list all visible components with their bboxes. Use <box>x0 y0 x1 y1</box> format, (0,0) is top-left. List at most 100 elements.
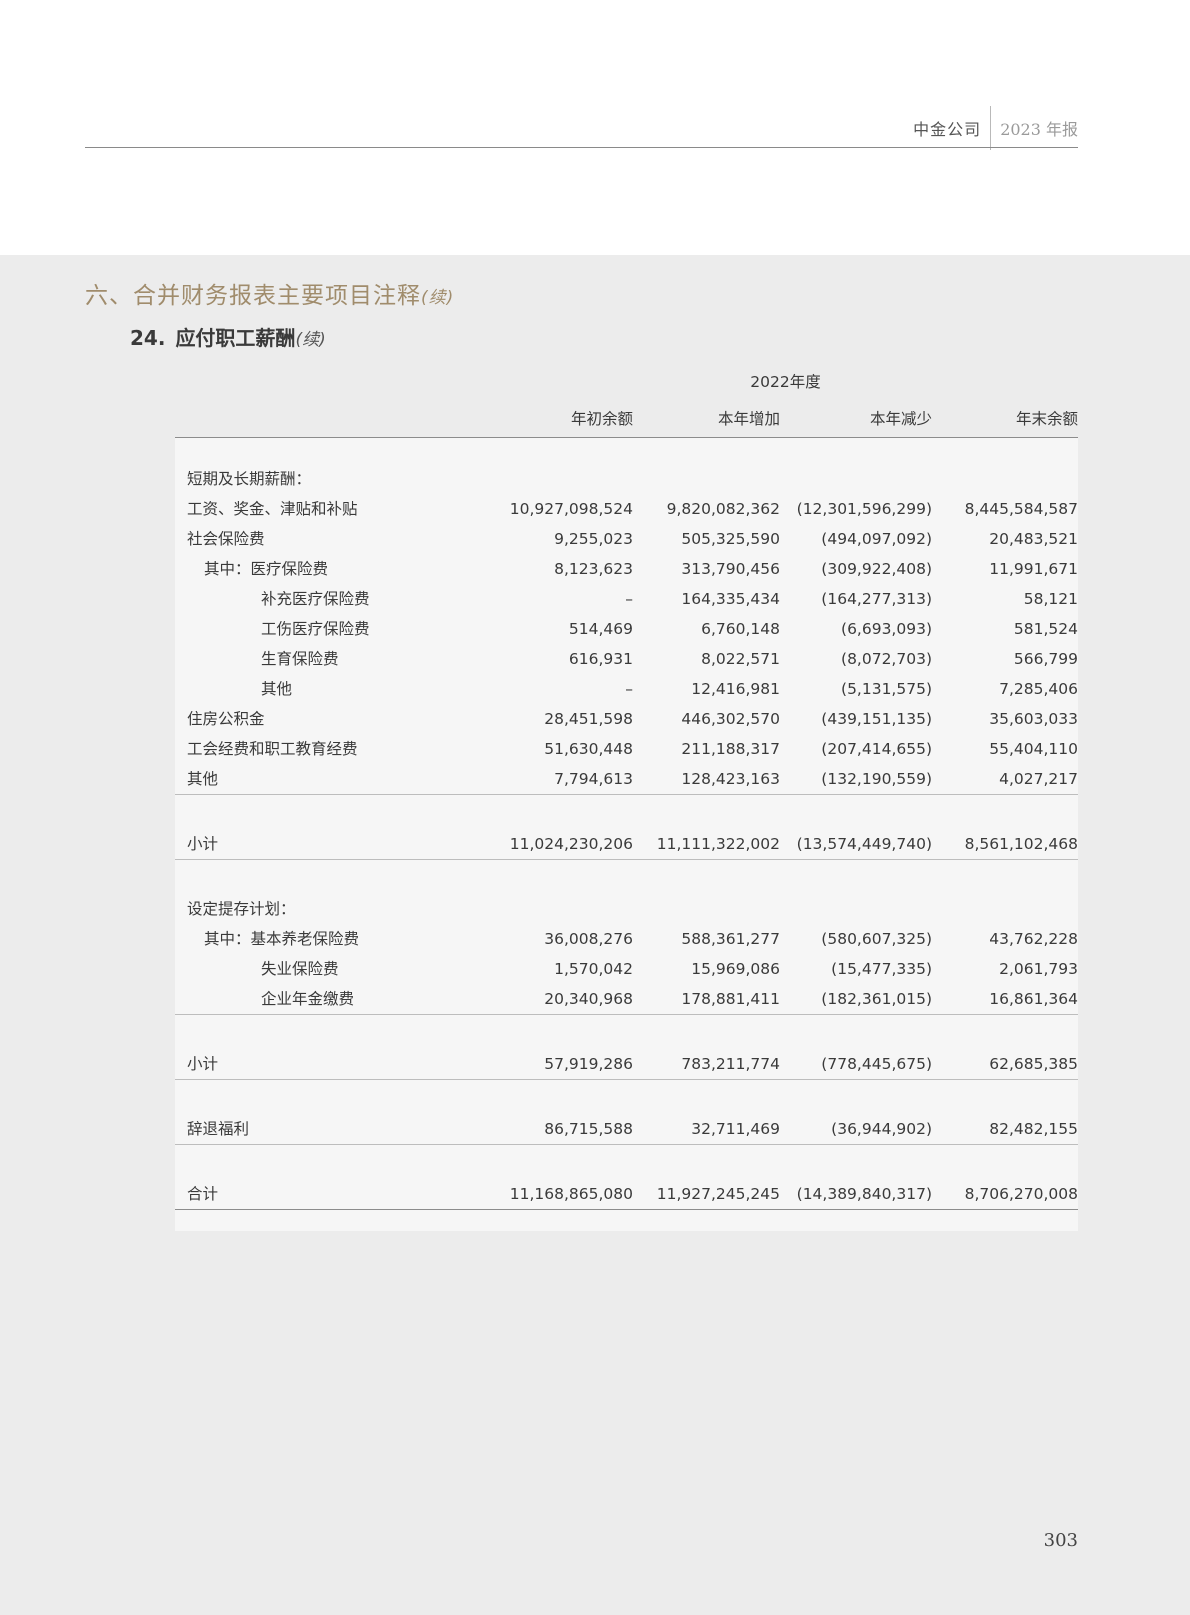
row-label: 补充医疗保险费 <box>261 590 370 608</box>
cell-closing: 566,799 <box>1013 650 1079 668</box>
cell-decrease: (13,574,449,740) <box>796 835 932 853</box>
cell-opening: 86,715,588 <box>544 1120 633 1138</box>
cell-closing: 55,404,110 <box>989 740 1079 758</box>
row-label: 其中：基本养老保险费 <box>204 930 360 948</box>
cell-opening: 36,008,276 <box>544 930 633 948</box>
cell-closing: 2,061,793 <box>999 960 1079 978</box>
table-row: 其他 7,794,613 128,423,163 (132,190,559) 4… <box>175 764 1079 795</box>
cell-closing: 20,483,521 <box>989 530 1079 548</box>
cell-increase: 178,881,411 <box>681 990 780 1008</box>
cell-decrease: (6,693,093) <box>841 620 932 638</box>
section-continued-mark: (续) <box>421 288 455 308</box>
section-title-text: 六、合并财务报表主要项目注释 <box>85 283 421 309</box>
column-header-opening: 年初余额 <box>570 410 633 428</box>
termination-label: 辞退福利 <box>187 1120 250 1138</box>
cell-decrease: (8,072,703) <box>841 650 932 668</box>
cell-increase: 313,790,456 <box>681 560 780 578</box>
table-row: 生育保险费 616,931 8,022,571 (8,072,703) 566,… <box>175 644 1078 674</box>
table-row: 社会保险费 9,255,023 505,325,590 (494,097,092… <box>175 524 1078 554</box>
cell-increase: 164,335,434 <box>681 590 780 608</box>
payroll-table: 2022年度 年初余额 本年增加 本年减少 年末余额 短期及长期薪酬： 工资、奖… <box>175 363 1079 1210</box>
cell-opening: 9,255,023 <box>554 530 633 548</box>
table-row: 其中：基本养老保险费 36,008,276 588,361,277 (580,6… <box>175 924 1078 954</box>
cell-closing: 8,445,584,587 <box>964 500 1079 518</box>
spacer-row <box>175 438 1078 465</box>
header-rule <box>85 147 1078 148</box>
row-label: 工资、奖金、津贴和补贴 <box>187 500 358 518</box>
cell-increase: 6,760,148 <box>701 620 780 638</box>
cell-closing: 58,121 <box>1023 590 1079 608</box>
cell-closing: 7,285,406 <box>999 680 1079 698</box>
row-label: 社会保险费 <box>187 530 265 548</box>
cell-opening: – <box>625 680 633 698</box>
cell-increase: 9,820,082,362 <box>666 500 780 518</box>
cell-closing: 8,561,102,468 <box>964 835 1079 853</box>
column-header-increase: 本年增加 <box>717 410 780 428</box>
cell-opening: 1,570,042 <box>554 960 633 978</box>
cell-decrease: (309,922,408) <box>821 560 932 578</box>
running-head-year: 2023 年报 <box>1000 120 1078 139</box>
cell-increase: 11,927,245,245 <box>656 1185 780 1203</box>
table-row: 补充医疗保险费 – 164,335,434 (164,277,313) 58,1… <box>175 584 1078 614</box>
cell-opening: 28,451,598 <box>544 710 633 728</box>
cell-increase: 446,302,570 <box>681 710 780 728</box>
cell-opening: 7,794,613 <box>554 770 633 788</box>
row-label: 其他 <box>187 770 219 788</box>
period-header: 2022年度 <box>750 373 821 391</box>
subtotal-label: 小计 <box>187 835 219 853</box>
column-header-closing: 年末余额 <box>1016 410 1079 428</box>
cell-increase: 505,325,590 <box>681 530 780 548</box>
cell-closing: 581,524 <box>1013 620 1079 638</box>
table-row: 住房公积金 28,451,598 446,302,570 (439,151,13… <box>175 704 1078 734</box>
table-row: 企业年金缴费 20,340,968 178,881,411 (182,361,0… <box>175 984 1079 1015</box>
group-title-row: 短期及长期薪酬： <box>175 464 1078 494</box>
cell-increase: 783,211,774 <box>681 1055 780 1073</box>
running-head: 中金公司 2023 年报 <box>913 106 1078 150</box>
cell-decrease: (12,301,596,299) <box>796 500 932 518</box>
table-row: 工资、奖金、津贴和补贴 10,927,098,524 9,820,082,362… <box>175 494 1078 524</box>
cell-opening: 10,927,098,524 <box>509 500 633 518</box>
cell-opening: 11,168,865,080 <box>509 1185 633 1203</box>
table-row: 工会经费和职工教育经费 51,630,448 211,188,317 (207,… <box>175 734 1078 764</box>
total-label: 合计 <box>187 1185 219 1203</box>
group-title-row: 设定提存计划： <box>175 894 1078 924</box>
cell-closing: 16,861,364 <box>989 990 1079 1008</box>
cell-decrease: (5,131,575) <box>841 680 932 698</box>
subsection-continued-mark: (续) <box>295 330 326 350</box>
cell-increase: 32,711,469 <box>691 1120 780 1138</box>
cell-increase: 128,423,163 <box>681 770 780 788</box>
cell-opening: 20,340,968 <box>544 990 633 1008</box>
table-row: 其他 – 12,416,981 (5,131,575) 7,285,406 <box>175 674 1078 704</box>
row-label: 工会经费和职工教育经费 <box>187 740 358 758</box>
cell-decrease: (182,361,015) <box>821 990 932 1008</box>
cell-increase: 8,022,571 <box>701 650 780 668</box>
cell-closing: 11,991,671 <box>989 560 1079 578</box>
subtotal-label: 小计 <box>187 1055 219 1073</box>
spacer-row <box>175 860 1078 895</box>
section-title: 六、合并财务报表主要项目注释(续) <box>85 276 454 310</box>
cell-decrease: (494,097,092) <box>821 530 932 548</box>
cell-decrease: (580,607,325) <box>821 930 932 948</box>
column-header-decrease: 本年减少 <box>869 410 932 428</box>
cell-closing: 8,706,270,008 <box>964 1185 1079 1203</box>
group-title: 短期及长期薪酬： <box>187 470 312 488</box>
table-row: 失业保险费 1,570,042 15,969,086 (15,477,335) … <box>175 954 1078 984</box>
cell-closing: 43,762,228 <box>989 930 1079 948</box>
cell-increase: 12,416,981 <box>691 680 780 698</box>
table-row: 工伤医疗保险费 514,469 6,760,148 (6,693,093) 58… <box>175 614 1078 644</box>
cell-increase: 588,361,277 <box>681 930 780 948</box>
table-row: 其中：医疗保险费 8,123,623 313,790,456 (309,922,… <box>175 554 1078 584</box>
subsection-title: 24. 应付职工薪酬(续) <box>130 322 326 351</box>
row-label: 工伤医疗保险费 <box>261 620 370 638</box>
spacer-row <box>175 1015 1078 1050</box>
running-head-company: 中金公司 <box>913 120 982 139</box>
row-label: 企业年金缴费 <box>261 990 355 1008</box>
cell-opening: – <box>625 590 633 608</box>
row-label: 住房公积金 <box>187 710 265 728</box>
cell-closing: 62,685,385 <box>989 1055 1079 1073</box>
spacer-row <box>175 1145 1078 1180</box>
spacer-row <box>175 795 1078 830</box>
cell-increase: 15,969,086 <box>691 960 780 978</box>
termination-row: 辞退福利 86,715,588 32,711,469 (36,944,902) … <box>175 1114 1079 1145</box>
cell-opening: 8,123,623 <box>554 560 633 578</box>
